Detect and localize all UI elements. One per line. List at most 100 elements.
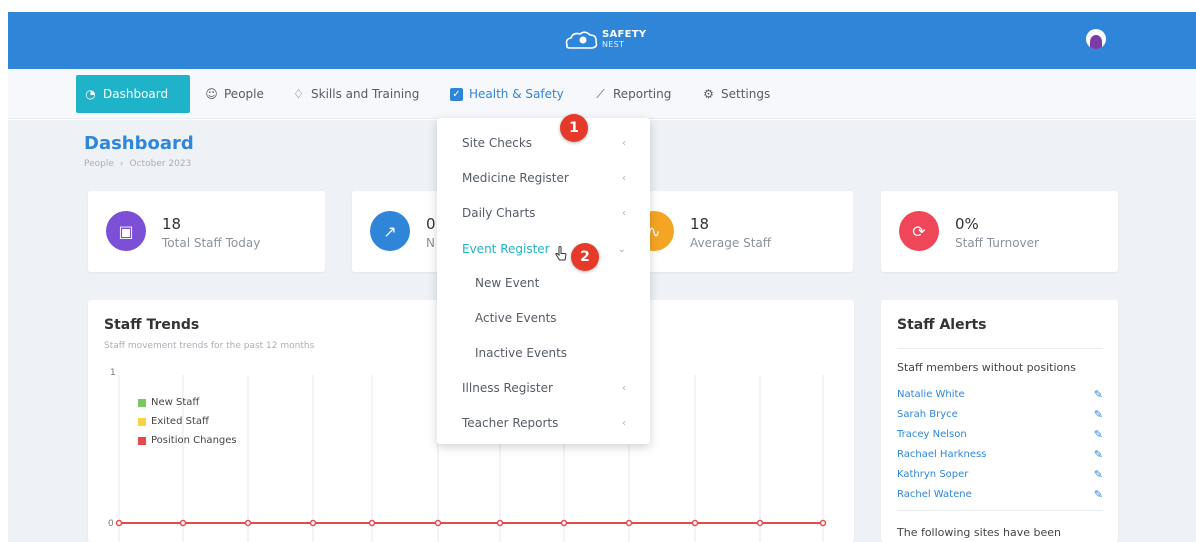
nav-settings-label: Settings xyxy=(721,87,771,101)
legend-item[interactable]: New Staff xyxy=(138,393,237,412)
menu-item-medicine-register[interactable]: Medicine Register ‹ xyxy=(437,161,650,195)
menu-item-label: Event Register xyxy=(462,242,550,256)
pencil-icon[interactable]: ✎ xyxy=(1094,488,1103,501)
stat-card-average-staff: ∿ 18 Average Staff xyxy=(616,191,853,272)
nav-skills-label: Skills and Training xyxy=(311,87,420,101)
nav-reporting-label: Reporting xyxy=(613,87,672,101)
staff-alerts-subtitle: Staff members without positions xyxy=(897,361,1076,374)
nav-skills[interactable]: ♢ Skills and Training xyxy=(284,75,427,113)
user-avatar[interactable] xyxy=(1086,29,1106,49)
menu-item-inactive-events[interactable]: Inactive Events xyxy=(437,336,650,370)
divider xyxy=(897,348,1103,349)
chart-legend: New Staff Exited Staff Position Changes xyxy=(138,393,237,450)
nav-settings[interactable]: ⚙ Settings xyxy=(694,75,778,113)
legend-label: New Staff xyxy=(151,397,200,408)
pencil-icon[interactable]: ✎ xyxy=(1094,468,1103,481)
legend-swatch xyxy=(138,417,146,426)
divider xyxy=(897,510,1103,511)
hand-cursor-icon xyxy=(555,246,567,261)
y-axis-tick-bottom: 0 xyxy=(108,519,114,529)
stat-value: 0 xyxy=(426,215,436,233)
staff-name-link[interactable]: Natalie White xyxy=(897,389,965,400)
stat-value: 0% xyxy=(955,215,979,233)
staff-name-link[interactable]: Tracey Nelson xyxy=(897,429,967,440)
nav-people-label: People xyxy=(224,87,264,101)
stat-value: 18 xyxy=(162,215,182,233)
menu-item-site-checks[interactable]: Site Checks ‹ xyxy=(437,126,650,160)
chevron-left-icon: ‹ xyxy=(622,137,626,149)
step-badge: 1 xyxy=(560,114,588,142)
staff-name-link[interactable]: Rachel Watene xyxy=(897,489,972,500)
menu-item-label: Inactive Events xyxy=(475,346,568,360)
legend-item[interactable]: Position Changes xyxy=(138,431,237,450)
checkbox-icon: ✓ xyxy=(450,87,463,101)
chevron-down-icon: ⌄ xyxy=(617,243,626,255)
menu-item-active-events[interactable]: Active Events xyxy=(437,301,650,335)
menu-item-illness-register[interactable]: Illness Register ‹ xyxy=(437,371,650,405)
legend-label: Exited Staff xyxy=(151,416,209,427)
staff-alerts-title: Staff Alerts xyxy=(897,317,987,333)
list-item: Rachel Watene ✎ xyxy=(897,484,1103,504)
menu-item-daily-charts[interactable]: Daily Charts ‹ xyxy=(437,196,650,230)
staff-trends-subtitle: Staff movement trends for the past 12 mo… xyxy=(104,341,315,351)
pencil-icon[interactable]: ✎ xyxy=(1094,408,1103,421)
stat-card-staff-turnover: ⟳ 0% Staff Turnover xyxy=(881,191,1118,272)
legend-item[interactable]: Exited Staff xyxy=(138,412,237,431)
step-badge: 2 xyxy=(571,243,599,271)
nav-health-safety-label: Health & Safety xyxy=(469,87,564,101)
list-item: Natalie White ✎ xyxy=(897,384,1103,404)
app-logo[interactable]: SAFETY NEST xyxy=(563,29,646,51)
breadcrumb: People › October 2023 xyxy=(84,159,191,169)
nav-health-safety[interactable]: ✓ Health & Safety xyxy=(442,75,572,113)
stat-label: N xyxy=(426,236,435,250)
staff-name-link[interactable]: Rachael Harkness xyxy=(897,449,986,460)
menu-item-new-event[interactable]: New Event xyxy=(437,266,650,300)
nav-dashboard-label: Dashboard xyxy=(103,87,169,101)
people-icon: ☺ xyxy=(205,86,218,101)
y-axis-tick-top: 1 xyxy=(110,368,116,378)
trending-up-icon: ↗ xyxy=(370,211,410,251)
sites-alert-heading: The following sites have been xyxy=(897,526,1061,539)
logo-line-2: NEST xyxy=(602,40,625,49)
nav-people[interactable]: ☺ People xyxy=(197,75,272,113)
pencil-icon[interactable]: ✎ xyxy=(1094,448,1103,461)
nav-dashboard[interactable]: ◔ Dashboard xyxy=(76,75,190,113)
staff-alert-list: Natalie White ✎ Sarah Bryce ✎ Tracey Nelso… xyxy=(897,384,1103,504)
menu-item-label: Teacher Reports xyxy=(462,416,559,430)
health-safety-dropdown: Site Checks ‹ Medicine Register ‹ Daily Ch… xyxy=(437,118,650,444)
chevron-left-icon: ‹ xyxy=(622,207,626,219)
safety-nest-logo-icon xyxy=(565,31,598,49)
stat-card-total-staff: ▣ 18 Total Staff Today xyxy=(88,191,325,272)
menu-item-teacher-reports[interactable]: Teacher Reports ‹ xyxy=(437,406,650,440)
staff-name-link[interactable]: Kathryn Soper xyxy=(897,469,968,480)
menu-item-label: Illness Register xyxy=(462,381,553,395)
logo-line-1: SAFETY xyxy=(602,29,647,40)
chevron-left-icon: ‹ xyxy=(622,382,626,394)
award-ribbon-icon: ♢ xyxy=(293,86,304,101)
list-item: Sarah Bryce ✎ xyxy=(897,404,1103,424)
dashboard-gauge-icon: ◔ xyxy=(85,86,96,101)
legend-swatch xyxy=(138,398,146,407)
stat-label: Average Staff xyxy=(690,236,772,250)
list-item: Kathryn Soper ✎ xyxy=(897,464,1103,484)
id-card-icon: ▣ xyxy=(106,211,146,251)
refresh-icon: ⟳ xyxy=(899,211,939,251)
menu-item-label: Site Checks xyxy=(462,136,533,150)
nav-reporting[interactable]: ⟋ Reporting xyxy=(586,75,679,113)
stat-value: 18 xyxy=(690,215,710,233)
chevron-left-icon: ‹ xyxy=(622,172,626,184)
list-item: Tracey Nelson ✎ xyxy=(897,424,1103,444)
menu-item-event-register[interactable]: Event Register ⌄ xyxy=(437,232,650,266)
menu-item-label: New Event xyxy=(475,276,540,290)
stat-label: Total Staff Today xyxy=(162,236,261,250)
staff-name-link[interactable]: Sarah Bryce xyxy=(897,409,958,420)
legend-label: Position Changes xyxy=(151,435,237,446)
staff-trends-title: Staff Trends xyxy=(104,317,200,333)
page-title: Dashboard xyxy=(84,133,194,154)
breadcrumb-separator: › xyxy=(119,159,124,169)
chevron-left-icon: ‹ xyxy=(622,417,626,429)
menu-item-label: Medicine Register xyxy=(462,171,569,185)
pencil-icon[interactable]: ✎ xyxy=(1094,428,1103,441)
breadcrumb-item[interactable]: People xyxy=(84,159,114,169)
pencil-icon[interactable]: ✎ xyxy=(1094,388,1103,401)
